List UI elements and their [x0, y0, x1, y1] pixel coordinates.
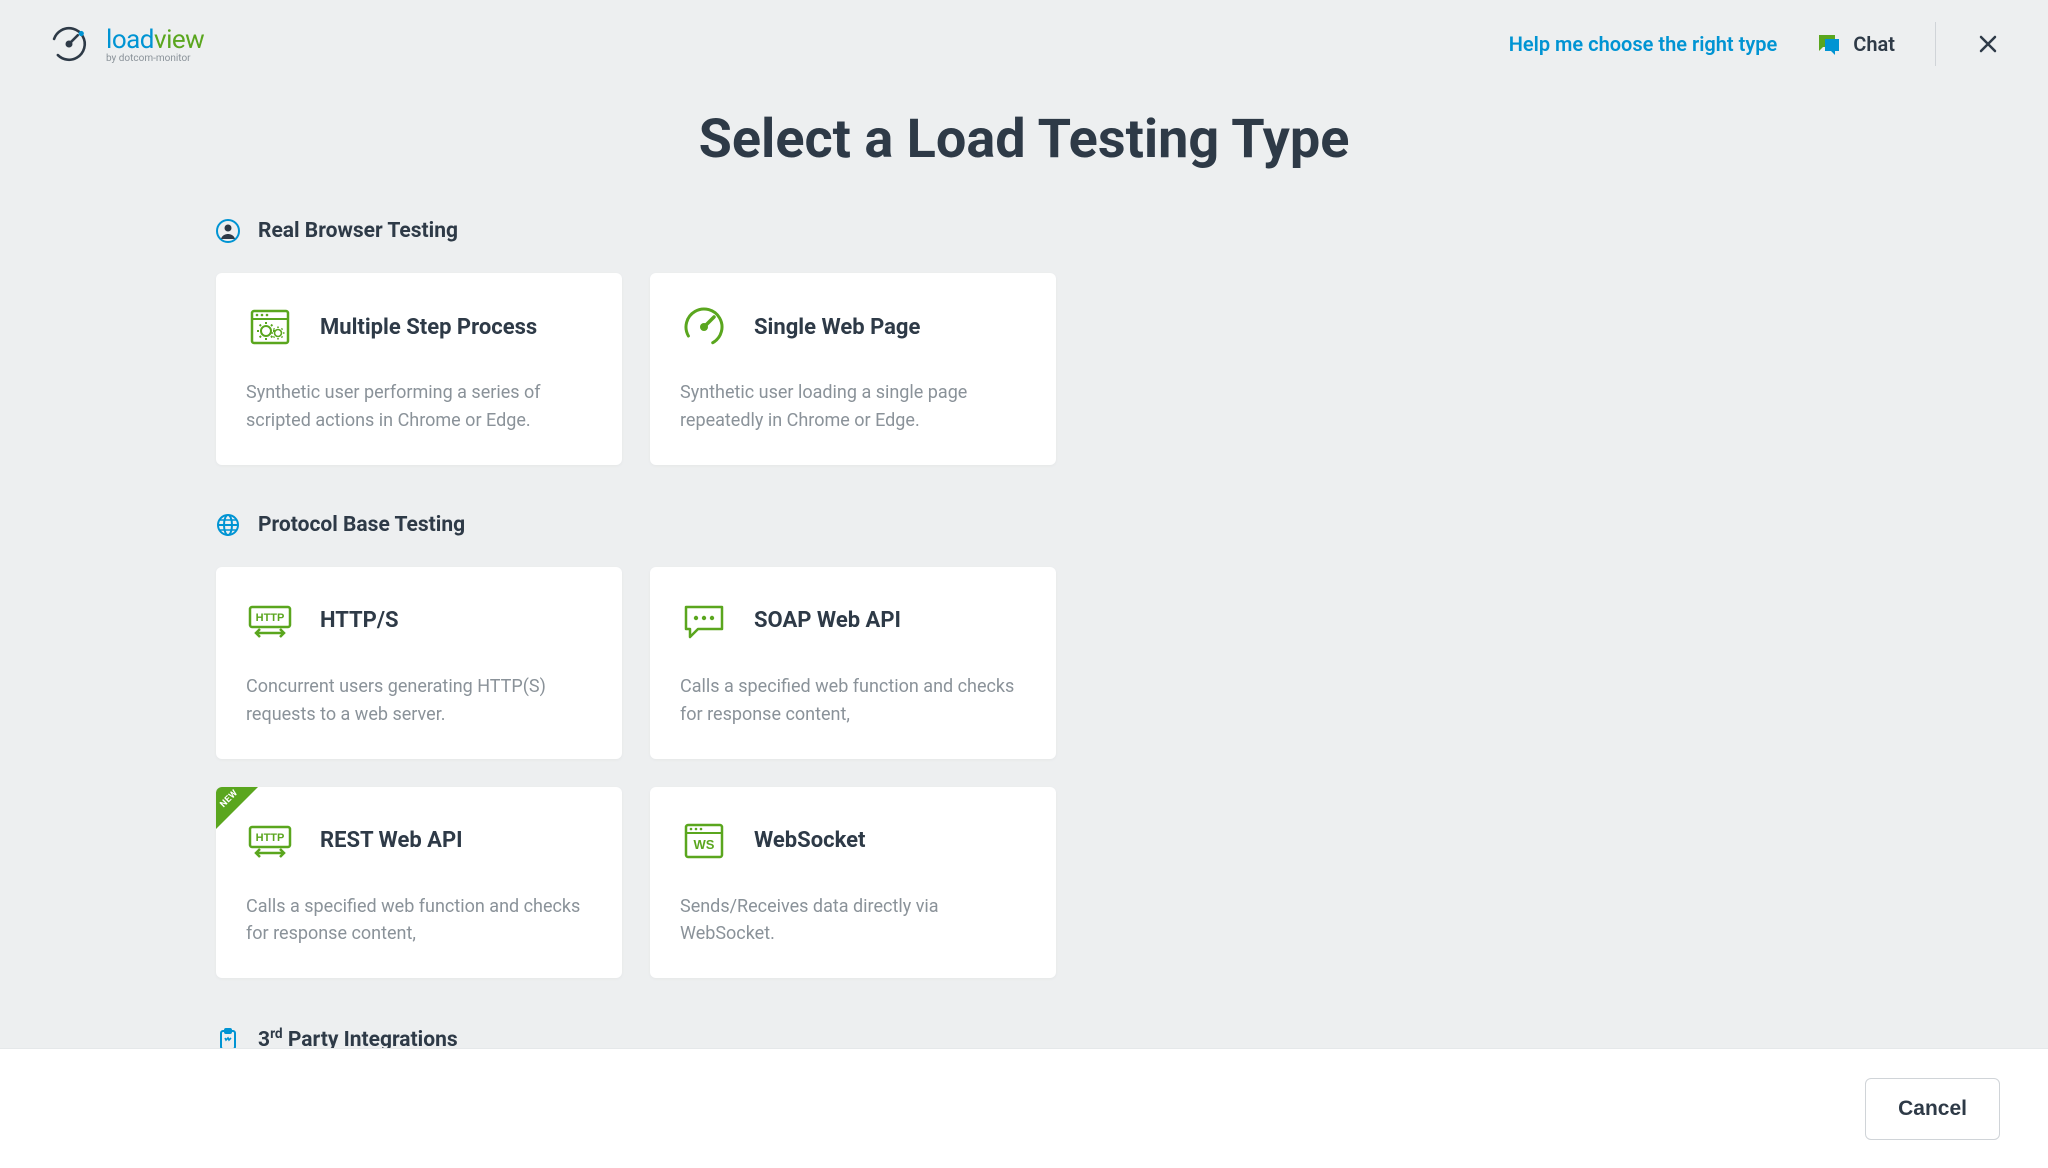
card-title: WebSocket: [754, 828, 865, 853]
logo[interactable]: loadview by dotcom-monitor: [48, 23, 204, 65]
brand-view: view: [154, 25, 204, 55]
cards-real-browser: Multiple Step Process Synthetic user per…: [216, 273, 1440, 465]
chat-icon: [1817, 32, 1841, 56]
card-description: Synthetic user loading a single page rep…: [680, 379, 1026, 435]
help-choose-link[interactable]: Help me choose the right type: [1509, 32, 1778, 56]
footer: Cancel: [0, 1048, 2048, 1168]
card-https[interactable]: HTTP HTTP/S Concurrent users generating …: [216, 567, 622, 759]
browser-user-icon: [216, 219, 240, 243]
section-protocol: Protocol Base Testing HTTP: [216, 513, 1440, 979]
card-title: Multiple Step Process: [320, 315, 537, 340]
page-title: Select a Load Testing Type: [0, 108, 2048, 171]
cards-protocol: HTTP HTTP/S Concurrent users generating …: [216, 567, 1440, 979]
card-description: Sends/Receives data directly via WebSock…: [680, 893, 1026, 949]
globe-icon: [216, 513, 240, 537]
logo-tagline: by dotcom-monitor: [106, 53, 204, 64]
section-title: Real Browser Testing: [258, 219, 458, 243]
sections-container: Real Browser Testing: [168, 219, 1488, 1048]
logo-text: loadview by dotcom-monitor: [106, 25, 204, 64]
section-header-protocol: Protocol Base Testing: [216, 513, 1440, 537]
header: loadview by dotcom-monitor Help me choos…: [0, 0, 2048, 88]
close-icon: [1976, 32, 2000, 56]
chat-button[interactable]: Chat: [1817, 32, 1895, 56]
card-single-page[interactable]: Single Web Page Synthetic user loading a…: [650, 273, 1056, 465]
card-description: Concurrent users generating HTTP(S) requ…: [246, 673, 592, 729]
card-title: HTTP/S: [320, 608, 399, 633]
ws-icon: WS: [680, 817, 728, 865]
card-description: Synthetic user performing a series of sc…: [246, 379, 592, 435]
http-icon: HTTP: [246, 597, 294, 645]
svg-text:HTTP: HTTP: [256, 832, 285, 844]
card-title: REST Web API: [320, 828, 463, 853]
script-gear-icon: [246, 303, 294, 351]
card-title: SOAP Web API: [754, 608, 901, 633]
section-third-party: 3rd Party Integrations NEW Postman: [216, 1026, 1440, 1048]
message-icon: [680, 597, 728, 645]
svg-text:WS: WS: [694, 837, 715, 852]
header-divider: [1935, 22, 1936, 66]
card-multiple-step[interactable]: Multiple Step Process Synthetic user per…: [216, 273, 622, 465]
card-websocket[interactable]: WS WebSocket Sends/Receives data directl…: [650, 787, 1056, 979]
chat-label: Chat: [1853, 32, 1895, 56]
close-button[interactable]: [1976, 32, 2000, 56]
card-title: Single Web Page: [754, 315, 920, 340]
header-actions: Help me choose the right type Chat: [1509, 22, 2000, 66]
svg-text:HTTP: HTTP: [256, 612, 285, 624]
card-description: Calls a specified web function and check…: [680, 673, 1026, 729]
card-soap[interactable]: SOAP Web API Calls a specified web funct…: [650, 567, 1056, 759]
cancel-button[interactable]: Cancel: [1865, 1078, 2000, 1140]
section-header-real-browser: Real Browser Testing: [216, 219, 1440, 243]
section-header-third-party: 3rd Party Integrations: [216, 1026, 1440, 1048]
brand-load: load: [106, 25, 154, 55]
card-rest[interactable]: NEW HTTP REST Web API: [216, 787, 622, 979]
section-title: Protocol Base Testing: [258, 513, 465, 537]
logo-mark-icon: [48, 23, 90, 65]
content: Select a Load Testing Type Real Browser …: [0, 88, 2048, 1048]
gauge-icon: [680, 303, 728, 351]
clipboard-icon: [216, 1027, 240, 1048]
section-real-browser: Real Browser Testing: [216, 219, 1440, 465]
section-title: 3rd Party Integrations: [258, 1026, 458, 1048]
card-description: Calls a specified web function and check…: [246, 893, 592, 949]
